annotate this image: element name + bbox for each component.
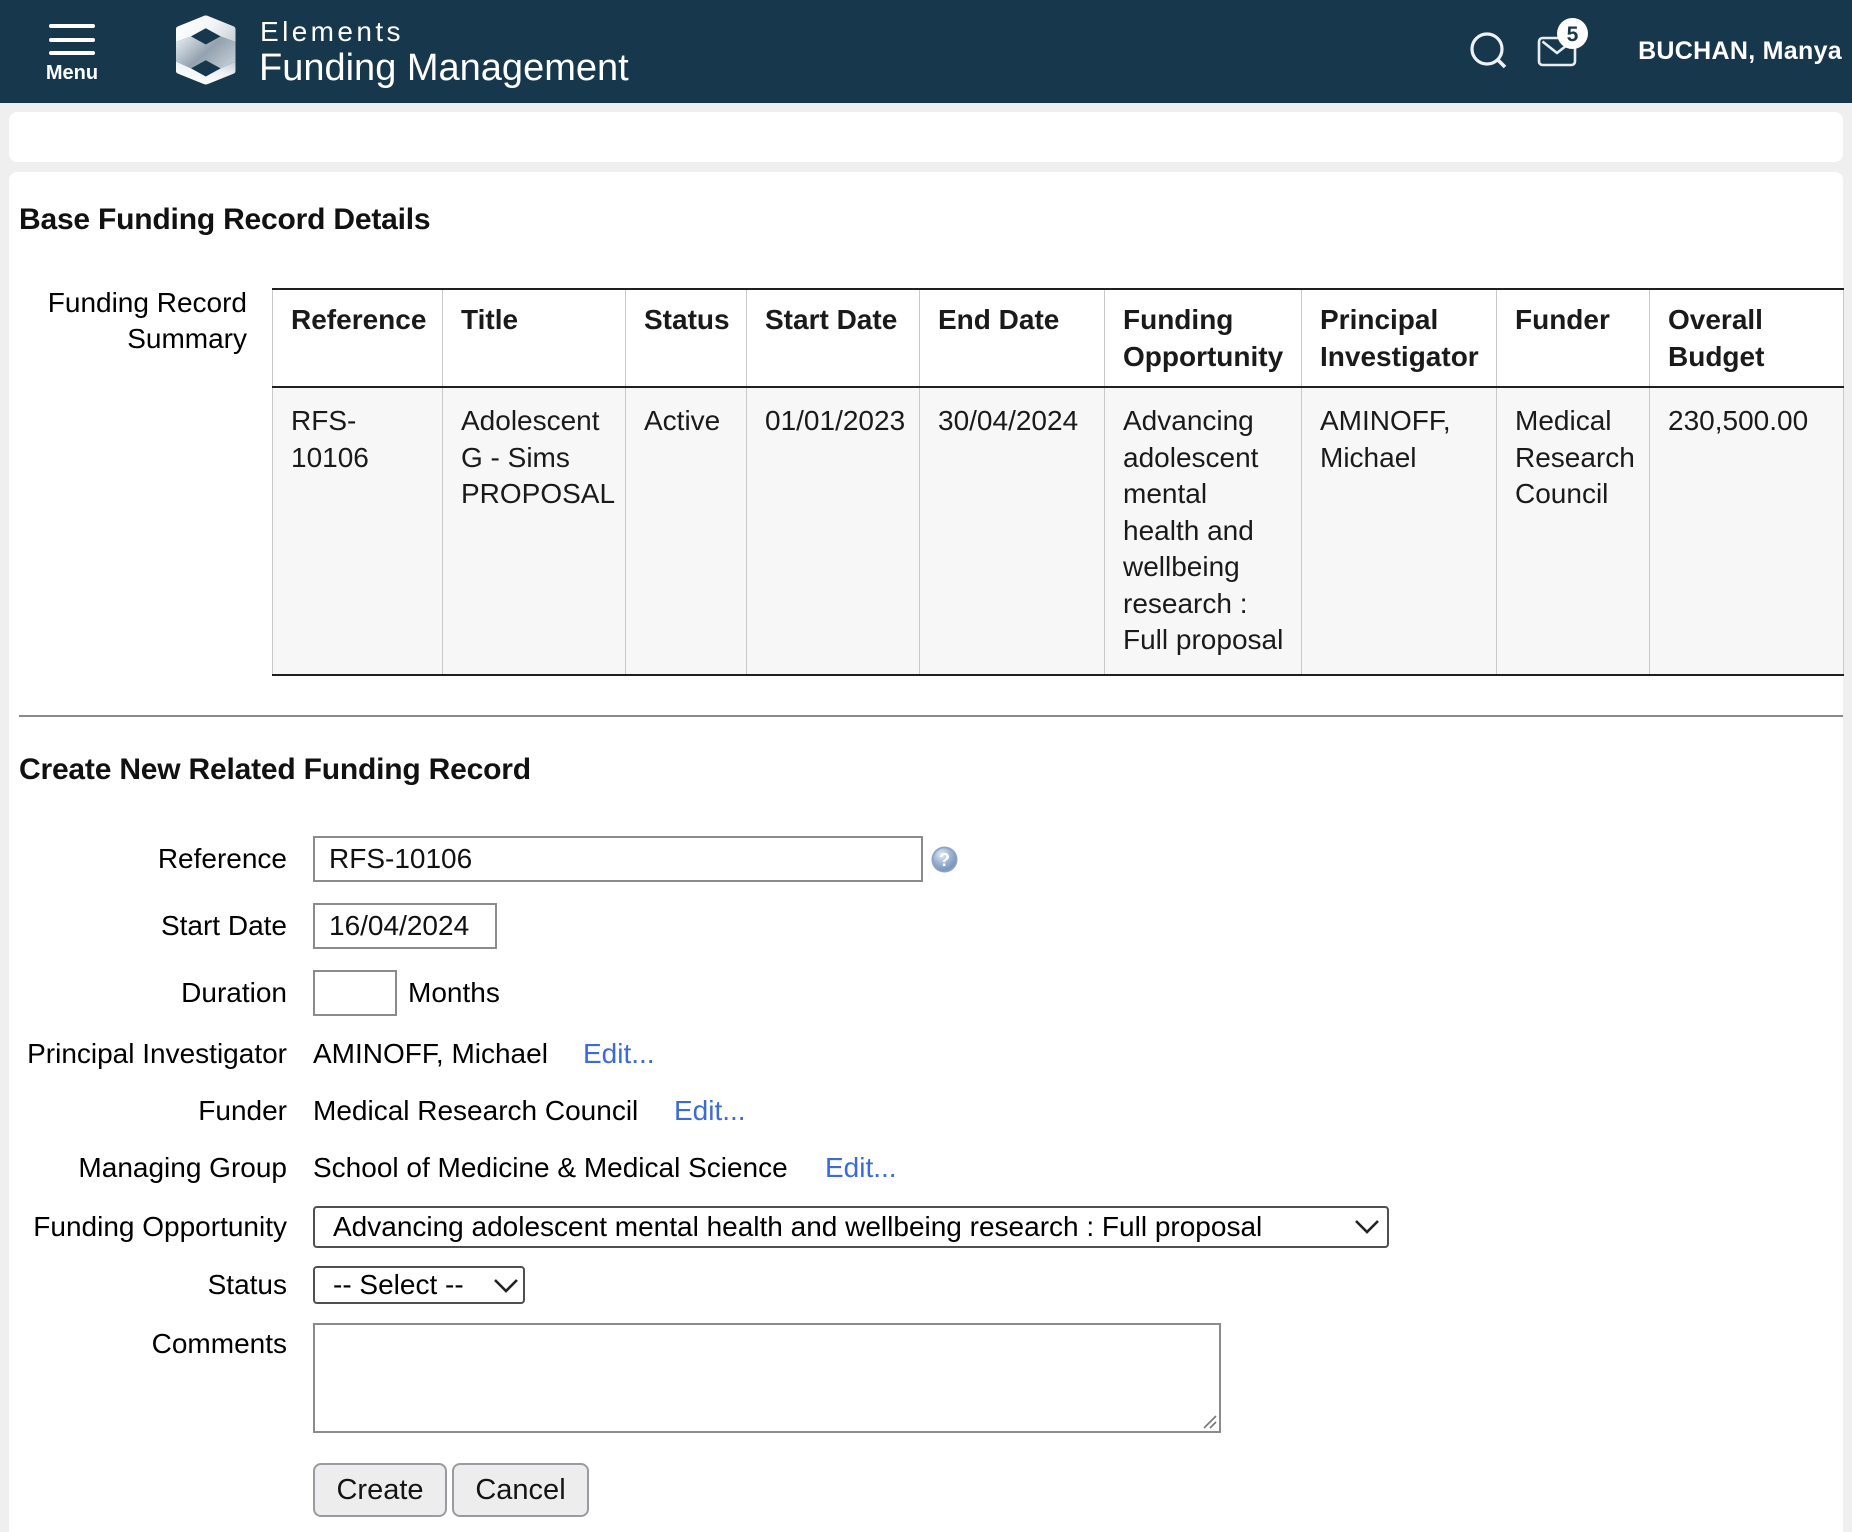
svg-text:?: ? — [939, 850, 950, 870]
svg-text:5: 5 — [1567, 23, 1579, 46]
